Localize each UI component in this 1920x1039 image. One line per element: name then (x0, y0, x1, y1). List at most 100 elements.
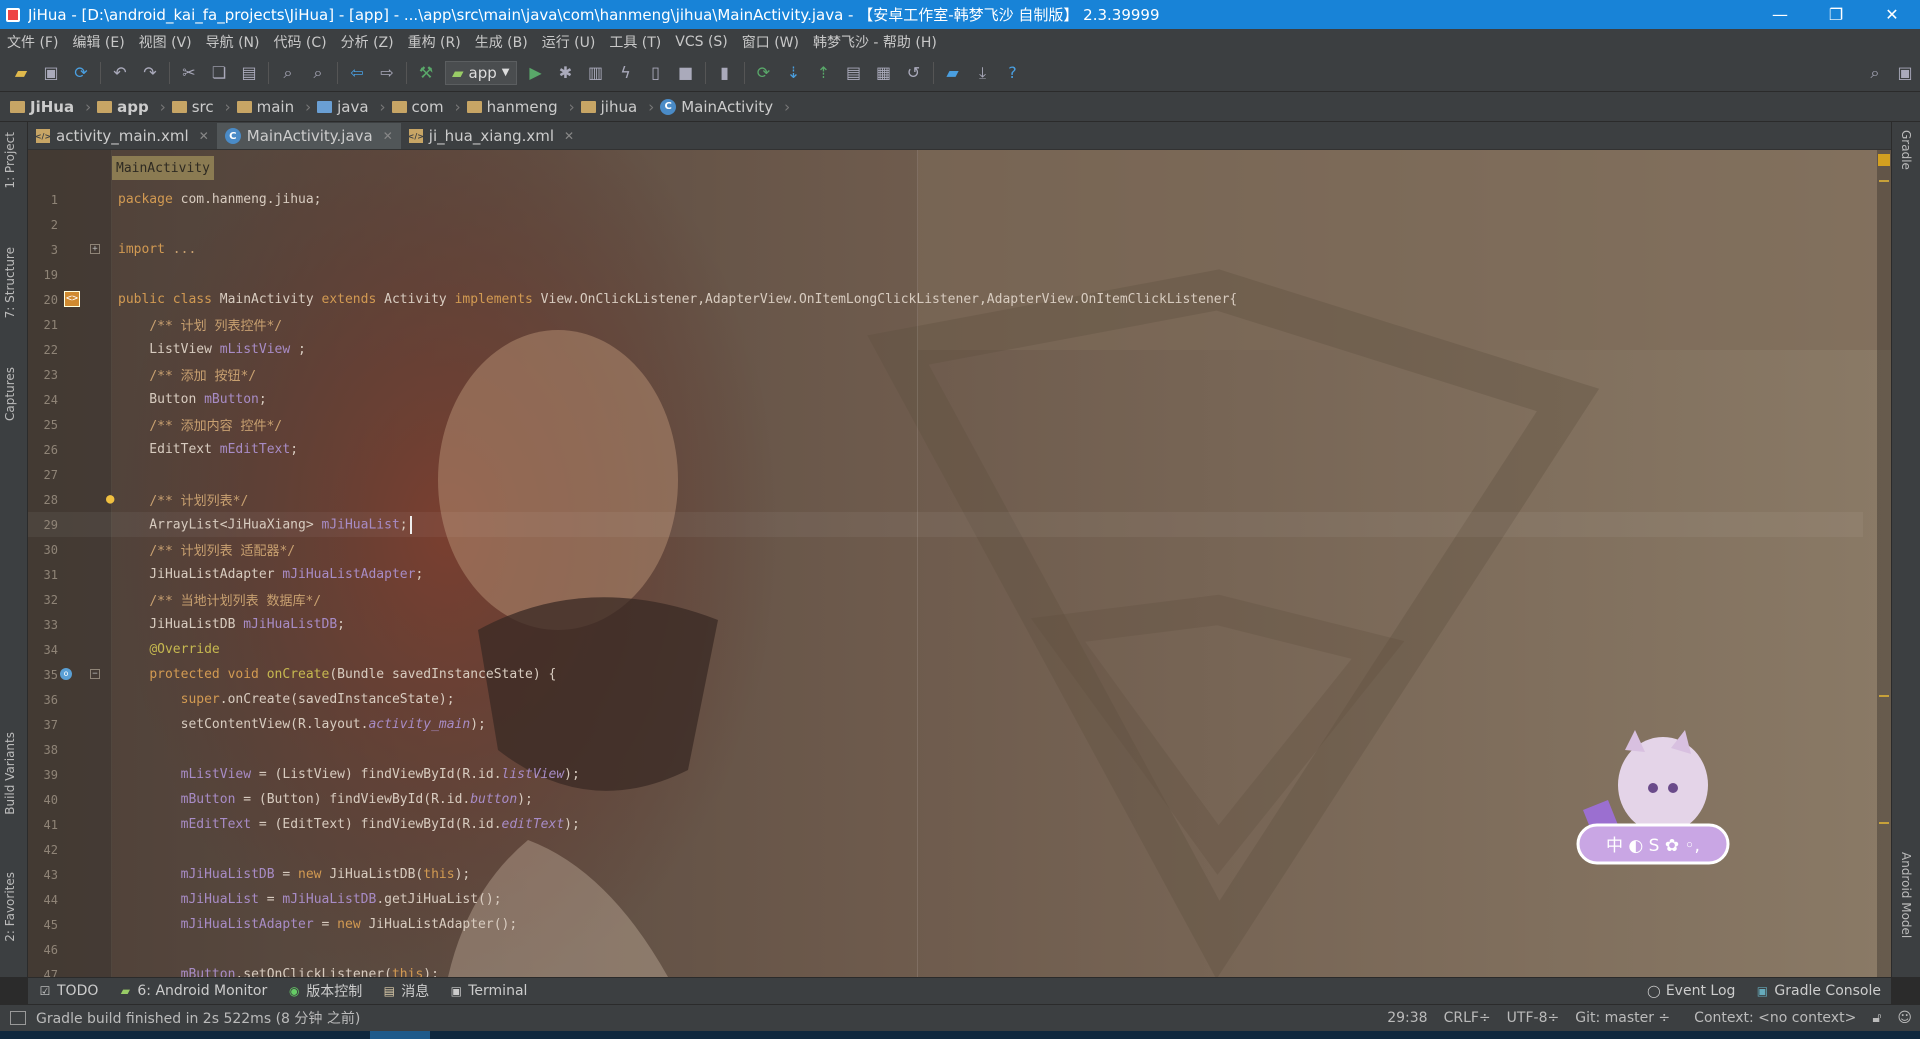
menu-navigate[interactable]: 导航 (N) (199, 32, 267, 52)
lightbulb-icon[interactable]: ● (106, 491, 114, 507)
menu-help[interactable]: 韩梦飞沙 - 帮助 (H) (806, 32, 944, 52)
menu-file[interactable]: 文件 (F) (0, 32, 65, 52)
project-tool-button[interactable]: 1: Project (3, 132, 17, 189)
breadcrumb-item[interactable]: app › (97, 98, 166, 116)
redo-icon[interactable]: ↷ (138, 61, 162, 85)
breadcrumb-item[interactable]: jihua › (580, 98, 654, 116)
code-line[interactable]: 30 /** 计划列表 适配器*/ (28, 537, 1863, 562)
menu-vcs[interactable]: VCS (S) (668, 34, 735, 50)
user-icon[interactable]: ▣ (1893, 61, 1917, 85)
todo-tool-button[interactable]: ☑ TODO (38, 983, 99, 999)
code-line[interactable]: 26 EditText mEditText; (28, 437, 1863, 462)
build-variants-tool-button[interactable]: Build Variants (3, 732, 17, 815)
tab-mainactivity-java[interactable]: C MainActivity.java ✕ (216, 123, 401, 149)
implements-gutter-icon[interactable]: <> (64, 291, 80, 307)
breadcrumb-item[interactable]: hanmeng › (466, 98, 575, 116)
vcs-compare-icon[interactable]: ▤ (842, 61, 866, 85)
breadcrumb-item[interactable]: main › (236, 98, 311, 116)
event-log-tool-button[interactable]: ◯ Event Log (1647, 983, 1735, 999)
android-monitor-tool-button[interactable]: ▰ 6: Android Monitor (118, 983, 268, 999)
context-indicator[interactable]: Context: <no context> (1694, 1010, 1856, 1026)
menu-run[interactable]: 运行 (U) (535, 32, 603, 52)
close-tab-icon[interactable]: ✕ (564, 129, 574, 143)
stop-icon[interactable]: ■ (674, 61, 698, 85)
code-line[interactable]: 2 (28, 212, 1863, 237)
git-branch[interactable]: Git: master ÷ (1575, 1010, 1670, 1026)
menu-code[interactable]: 代码 (C) (266, 32, 333, 52)
code-editor[interactable]: MainActivity 1 package com.hanmeng.jihua;… (28, 150, 1891, 977)
breadcrumb-item[interactable]: src › (171, 98, 231, 116)
menu-refactor[interactable]: 重构 (R) (401, 32, 468, 52)
menu-edit[interactable]: 编辑 (E) (65, 32, 131, 52)
save-all-icon[interactable]: ▣ (39, 61, 63, 85)
desktop-mascot-widget[interactable]: 中 ◐ S ✿ ◦, (1563, 730, 1743, 870)
open-folder-icon[interactable]: ▰ (9, 61, 33, 85)
hector-icon[interactable]: ☺ (1897, 1010, 1912, 1026)
gradle-console-tool-button[interactable]: ▣ Gradle Console (1755, 983, 1881, 999)
code-line[interactable]: 45 mJiHuaListAdapter = new JiHuaListAdap… (28, 912, 1863, 937)
code-line[interactable]: 46 (28, 937, 1863, 962)
cut-icon[interactable]: ✂ (177, 61, 201, 85)
breadcrumb-item[interactable]: C MainActivity › (660, 98, 790, 116)
vcs-revert-icon[interactable]: ↺ (902, 61, 926, 85)
code-line[interactable]: 35 o − protected void onCreate(Bundle save… (28, 662, 1863, 687)
paste-icon[interactable]: ▤ (237, 61, 261, 85)
code-line[interactable]: 32 /** 当地计划列表 数据库*/ (28, 587, 1863, 612)
code-line[interactable]: 3 + import ... (28, 237, 1863, 262)
android-model-tool-button[interactable]: Android Model (1899, 852, 1913, 938)
code-line[interactable]: 21 /** 计划 列表控件*/ (28, 312, 1863, 337)
menu-build[interactable]: 生成 (B) (468, 32, 535, 52)
run-config-select[interactable]: ▰ app ▼ (445, 60, 517, 85)
code-line[interactable]: 20 <> public class MainActivity extends Ac… (28, 287, 1863, 312)
apply-changes-icon[interactable]: ϟ (614, 61, 638, 85)
find-icon[interactable]: ⌕ (276, 61, 300, 85)
code-line[interactable]: 33 JiHuaListDB mJiHuaListDB; (28, 612, 1863, 637)
override-gutter-icon[interactable]: o (60, 668, 72, 680)
messages-tool-button[interactable]: ▤ 消息 (382, 981, 430, 1001)
status-message[interactable]: Gradle build finished in 2s 522ms (8 分钟 … (0, 1008, 1379, 1028)
code-line[interactable]: 23 /** 添加 按钮*/ (28, 362, 1863, 387)
code-line[interactable]: 36 super.onCreate(savedInstanceState); (28, 687, 1863, 712)
close-button[interactable]: ✕ (1864, 0, 1920, 29)
code-line[interactable]: 44 mJiHuaList = mJiHuaListDB.getJiHuaLis… (28, 887, 1863, 912)
code-line[interactable]: 22 ListView mListView ; (28, 337, 1863, 362)
structure-tool-button[interactable]: 7: Structure (3, 247, 17, 318)
vcs-history-icon[interactable]: ▦ (872, 61, 896, 85)
tab-activity-main-xml[interactable]: </> activity_main.xml ✕ (28, 123, 217, 149)
gradle-tool-button[interactable]: Gradle (1899, 130, 1913, 170)
bookmark-icon[interactable]: ▮ (713, 61, 737, 85)
debug-icon[interactable]: ✱ (554, 61, 578, 85)
menu-view[interactable]: 视图 (V) (132, 32, 199, 52)
breadcrumb-item[interactable]: JiHua › (10, 98, 91, 116)
vcs-commit-icon[interactable]: ⇡ (812, 61, 836, 85)
project-structure-icon[interactable]: ▰ (941, 61, 965, 85)
code-line[interactable]: 28 ● /** 计划列表*/ (28, 487, 1863, 512)
captures-tool-button[interactable]: Captures (3, 367, 17, 421)
code-line[interactable]: 34 @Override (28, 637, 1863, 662)
tab-ji-hua-xiang-xml[interactable]: </> ji_hua_xiang.xml ✕ (401, 123, 582, 149)
run-icon[interactable]: ▶ (524, 61, 548, 85)
code-line[interactable]: 25 /** 添加内容 控件*/ (28, 412, 1863, 437)
fold-toggle-icon[interactable]: + (90, 244, 100, 254)
vcs-refresh-icon[interactable]: ⟳ (752, 61, 776, 85)
code-line[interactable]: 24 Button mButton; (28, 387, 1863, 412)
menu-tools[interactable]: 工具 (T) (602, 32, 668, 52)
vcs-tool-button[interactable]: ◉ 版本控制 (287, 981, 362, 1001)
code-line[interactable]: 29 ArrayList<JiHuaXiang> mJiHuaList; (28, 512, 1863, 537)
undo-icon[interactable]: ↶ (108, 61, 132, 85)
caret-position[interactable]: 29:38 (1387, 1010, 1427, 1026)
close-tab-icon[interactable]: ✕ (199, 129, 209, 143)
breadcrumb-item[interactable]: java › (317, 98, 386, 116)
stripe-marker[interactable] (1879, 822, 1889, 824)
analysis-status-icon[interactable] (1878, 154, 1890, 166)
code-line[interactable]: 19 (28, 262, 1863, 287)
search-everywhere-icon[interactable]: ⌕ (1863, 61, 1887, 85)
menu-window[interactable]: 窗口 (W) (735, 32, 806, 52)
help-icon[interactable]: ? (1001, 61, 1025, 85)
restore-button[interactable]: ❐ (1808, 0, 1864, 29)
attach-debugger-icon[interactable]: ▯ (644, 61, 668, 85)
replace-icon[interactable]: ⌕ (306, 61, 330, 85)
favorites-tool-button[interactable]: 2: Favorites (3, 872, 17, 942)
stripe-marker[interactable] (1879, 180, 1889, 182)
tool-windows-toggle-icon[interactable] (10, 1011, 26, 1025)
